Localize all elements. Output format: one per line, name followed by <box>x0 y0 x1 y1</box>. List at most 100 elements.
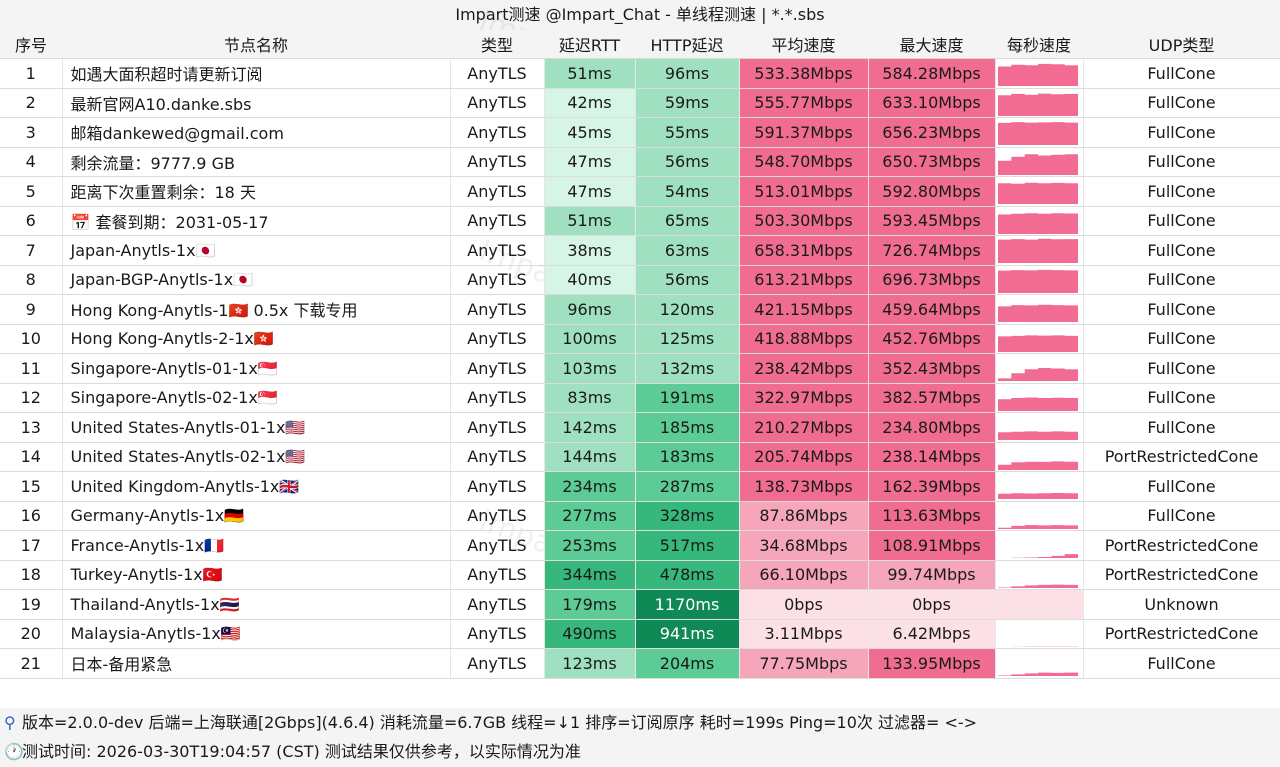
row-avg-speed: 77.75Mbps <box>739 648 869 679</box>
row-index: 1 <box>0 58 63 89</box>
row-node-name: 如遇大面积超时请更新订阅 <box>62 58 451 89</box>
row-http-latency: 328ms <box>635 501 740 531</box>
row-type: AnyTLS <box>450 619 545 649</box>
row-speed-sparkline <box>995 619 1084 649</box>
row-avg-speed: 87.86Mbps <box>739 501 869 531</box>
table-row[interactable]: 17 France-Anytls-1x🇫🇷 AnyTLS 253ms 517ms 34.6… <box>0 530 1280 561</box>
row-speed-sparkline <box>995 560 1084 590</box>
header-max-speed[interactable]: 最大速度 <box>868 30 995 59</box>
row-rtt: 51ms <box>544 58 636 89</box>
row-speed-sparkline <box>995 58 1084 89</box>
row-type: AnyTLS <box>450 88 545 118</box>
row-node-name: Japan-BGP-Anytls-1x🇯🇵 <box>62 265 451 295</box>
row-http-latency: 65ms <box>635 206 740 236</box>
row-avg-speed: 548.70Mbps <box>739 147 869 177</box>
table-row[interactable]: 5 距离下次重置剩余：18 天 AnyTLS 47ms 54ms 513.01Mbps 59… <box>0 176 1280 207</box>
table-row[interactable]: 6 📅 套餐到期：2031-05-17 AnyTLS 51ms 65ms 503.30Mb… <box>0 206 1280 236</box>
row-max-speed: 726.74Mbps <box>868 235 996 266</box>
row-max-speed: 6.42Mbps <box>868 619 996 649</box>
row-index: 16 <box>0 501 63 531</box>
table-row[interactable]: 8 Japan-BGP-Anytls-1x🇯🇵 AnyTLS 40ms 56ms 613.… <box>0 265 1280 295</box>
row-max-speed: 650.73Mbps <box>868 147 996 177</box>
table-row[interactable]: 14 United States-Anytls-02-1x🇺🇸 AnyTLS 144m… <box>0 442 1280 472</box>
table-row[interactable]: 18 Turkey-Anytls-1x🇹🇷 AnyTLS 344ms 478ms 66.1… <box>0 560 1280 590</box>
row-avg-speed: 503.30Mbps <box>739 206 869 236</box>
table-row[interactable]: 4 剩余流量：9777.9 GB AnyTLS 47ms 56ms 548.70Mbps 6… <box>0 147 1280 177</box>
table-row[interactable]: 1 如遇大面积超时请更新订阅 AnyTLS 51ms 96ms 533.38Mbps 584… <box>0 58 1280 89</box>
row-udp-type: FullCone <box>1083 412 1280 443</box>
sparkline-area <box>997 461 1078 470</box>
table-row[interactable]: 19 Thailand-Anytls-1x🇹🇭 AnyTLS 179ms 1170ms 0… <box>0 589 1280 620</box>
header-index[interactable]: 序号 <box>0 30 62 59</box>
sparkline-chart <box>997 554 1078 559</box>
footer-time: 🕐测试时间: 2026-03-30T19:04:57 (CST) 测试结果仅供参… <box>0 737 1280 767</box>
row-speed-sparkline <box>995 117 1084 148</box>
row-udp-type: FullCone <box>1083 176 1280 207</box>
row-rtt: 96ms <box>544 294 636 325</box>
row-node-name: Malaysia-Anytls-1x🇲🇾 <box>62 619 451 649</box>
row-index: 17 <box>0 530 63 561</box>
sparkline-area <box>997 305 1078 323</box>
table-row[interactable]: 3 邮箱dankewed@gmail.com AnyTLS 45ms 55ms 591.3… <box>0 117 1280 148</box>
row-type: AnyTLS <box>450 294 545 325</box>
row-index: 19 <box>0 589 63 620</box>
row-max-speed: 99.74Mbps <box>868 560 996 590</box>
row-avg-speed: 591.37Mbps <box>739 117 869 148</box>
table-row[interactable]: 7 Japan-Anytls-1x🇯🇵 AnyTLS 38ms 63ms 658.31Mb… <box>0 235 1280 266</box>
row-rtt: 100ms <box>544 324 636 354</box>
row-index: 5 <box>0 176 63 207</box>
table-row[interactable]: 9 Hong Kong-Anytls-1🇭🇰 0.5x 下载专用 AnyTLS 96m… <box>0 294 1280 325</box>
header-rtt[interactable]: 延迟RTT <box>544 30 635 59</box>
header-avg-speed[interactable]: 平均速度 <box>739 30 868 59</box>
sparkline-chart <box>997 368 1078 382</box>
sparkline-chart <box>997 397 1078 411</box>
header-type[interactable]: 类型 <box>450 30 544 59</box>
row-avg-speed: 210.27Mbps <box>739 412 869 443</box>
row-http-latency: 132ms <box>635 353 740 384</box>
row-node-name: Hong Kong-Anytls-2-1x🇭🇰 <box>62 324 451 354</box>
results-table: 序号 节点名称 类型 延迟RTT HTTP延迟 平均速度 最大速度 每秒速度 U… <box>0 30 1280 679</box>
header-udp-type[interactable]: UDP类型 <box>1083 30 1280 59</box>
row-type: AnyTLS <box>450 530 545 561</box>
sparkline-chart <box>997 646 1078 647</box>
row-node-name: Singapore-Anytls-01-1x🇸🇬 <box>62 353 451 384</box>
footer-time-text: 测试时间: 2026-03-30T19:04:57 (CST) 测试结果仅供参考… <box>22 742 581 761</box>
row-speed-sparkline <box>995 176 1084 207</box>
header-node-name[interactable]: 节点名称 <box>62 30 450 59</box>
row-index: 15 <box>0 471 63 502</box>
row-index: 7 <box>0 235 63 266</box>
table-row[interactable]: 15 United Kingdom-Anytls-1x🇬🇧 AnyTLS 234ms 2… <box>0 471 1280 502</box>
row-node-name: United Kingdom-Anytls-1x🇬🇧 <box>62 471 451 502</box>
table-row[interactable]: 13 United States-Anytls-01-1x🇺🇸 AnyTLS 142m… <box>0 412 1280 443</box>
row-type: AnyTLS <box>450 471 545 502</box>
row-rtt: 51ms <box>544 206 636 236</box>
header-http-latency[interactable]: HTTP延迟 <box>635 30 739 59</box>
header-per-second-speed[interactable]: 每秒速度 <box>995 30 1083 59</box>
row-node-name: Turkey-Anytls-1x🇹🇷 <box>62 560 451 590</box>
row-udp-type: FullCone <box>1083 58 1280 89</box>
table-row[interactable]: 10 Hong Kong-Anytls-2-1x🇭🇰 AnyTLS 100ms 125m… <box>0 324 1280 354</box>
table-row[interactable]: 21 日本-备用紧急 AnyTLS 123ms 204ms 77.75Mbps 133.95… <box>0 648 1280 679</box>
row-index: 18 <box>0 560 63 590</box>
table-row[interactable]: 16 Germany-Anytls-1x🇩🇪 AnyTLS 277ms 328ms 87.… <box>0 501 1280 531</box>
sparkline-chart <box>997 335 1078 352</box>
table-row[interactable]: 12 Singapore-Anytls-02-1x🇸🇬 AnyTLS 83ms 191m… <box>0 383 1280 413</box>
row-udp-type: PortRestrictedCone <box>1083 560 1280 590</box>
row-speed-sparkline <box>995 147 1084 177</box>
row-http-latency: 183ms <box>635 442 740 472</box>
row-udp-type: FullCone <box>1083 471 1280 502</box>
row-type: AnyTLS <box>450 560 545 590</box>
table-row[interactable]: 20 Malaysia-Anytls-1x🇲🇾 AnyTLS 490ms 941ms 3.… <box>0 619 1280 649</box>
row-avg-speed: 513.01Mbps <box>739 176 869 207</box>
row-http-latency: 54ms <box>635 176 740 207</box>
row-avg-speed: 421.15Mbps <box>739 294 869 325</box>
row-max-speed: 696.73Mbps <box>868 265 996 295</box>
table-row[interactable]: 2 最新官网A10.danke.sbs AnyTLS 42ms 59ms 555.77Mb… <box>0 88 1280 118</box>
row-speed-sparkline <box>995 471 1084 502</box>
row-http-latency: 287ms <box>635 471 740 502</box>
row-node-name: 剩余流量：9777.9 GB <box>62 147 451 177</box>
table-row[interactable]: 11 Singapore-Anytls-01-1x🇸🇬 AnyTLS 103ms 132… <box>0 353 1280 384</box>
row-http-latency: 185ms <box>635 412 740 443</box>
row-rtt: 83ms <box>544 383 636 413</box>
sparkline-chart <box>997 524 1078 529</box>
